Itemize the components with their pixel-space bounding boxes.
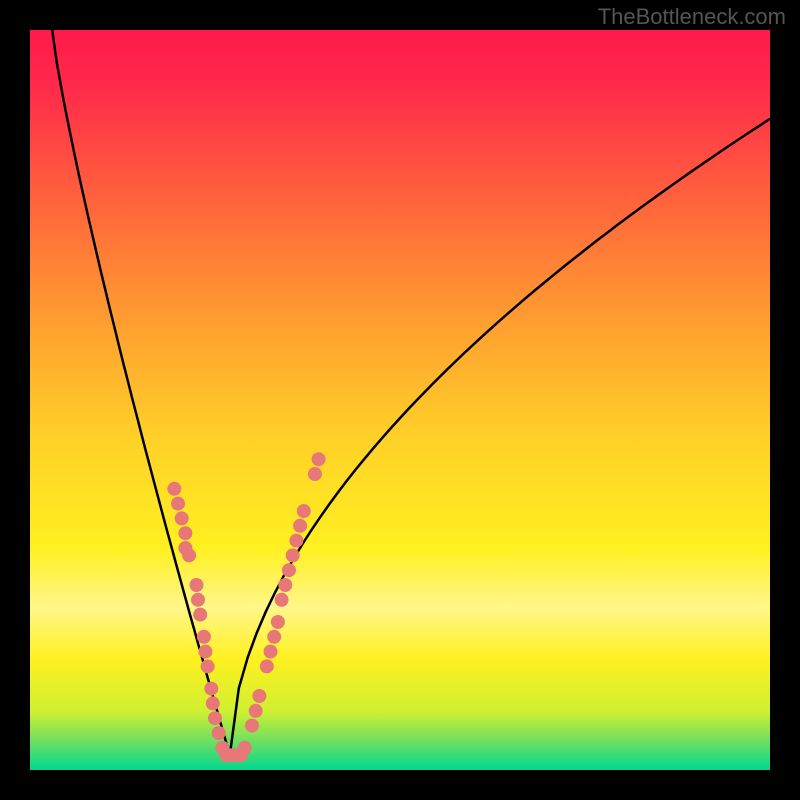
- valley-curve: [52, 30, 770, 755]
- scatter-point: [204, 682, 218, 696]
- scatter-point: [286, 548, 300, 562]
- scatter-point: [191, 593, 205, 607]
- scatter-point: [264, 645, 278, 659]
- scatter-point: [178, 526, 192, 540]
- scatter-point: [193, 608, 207, 622]
- scatter-point: [260, 659, 274, 673]
- scatter-point: [212, 726, 226, 740]
- scatter-point: [308, 467, 322, 481]
- scatter-point: [297, 504, 311, 518]
- curve-layer: [30, 30, 770, 770]
- scatter-points: [167, 452, 325, 762]
- scatter-point: [208, 711, 222, 725]
- scatter-point: [293, 519, 307, 533]
- scatter-point: [190, 578, 204, 592]
- scatter-point: [206, 696, 220, 710]
- scatter-point: [182, 548, 196, 562]
- scatter-point: [245, 719, 259, 733]
- scatter-point: [201, 659, 215, 673]
- scatter-point: [289, 534, 303, 548]
- scatter-point: [252, 689, 266, 703]
- scatter-point: [282, 563, 296, 577]
- scatter-point: [278, 578, 292, 592]
- scatter-point: [175, 511, 189, 525]
- scatter-point: [271, 615, 285, 629]
- scatter-point: [171, 497, 185, 511]
- watermark-text: TheBottleneck.com: [598, 4, 786, 30]
- scatter-point: [167, 482, 181, 496]
- scatter-point: [312, 452, 326, 466]
- scatter-point: [238, 741, 252, 755]
- scatter-point: [197, 630, 211, 644]
- scatter-point: [267, 630, 281, 644]
- plot-area: [30, 30, 770, 770]
- scatter-point: [249, 704, 263, 718]
- scatter-point: [198, 645, 212, 659]
- scatter-point: [275, 593, 289, 607]
